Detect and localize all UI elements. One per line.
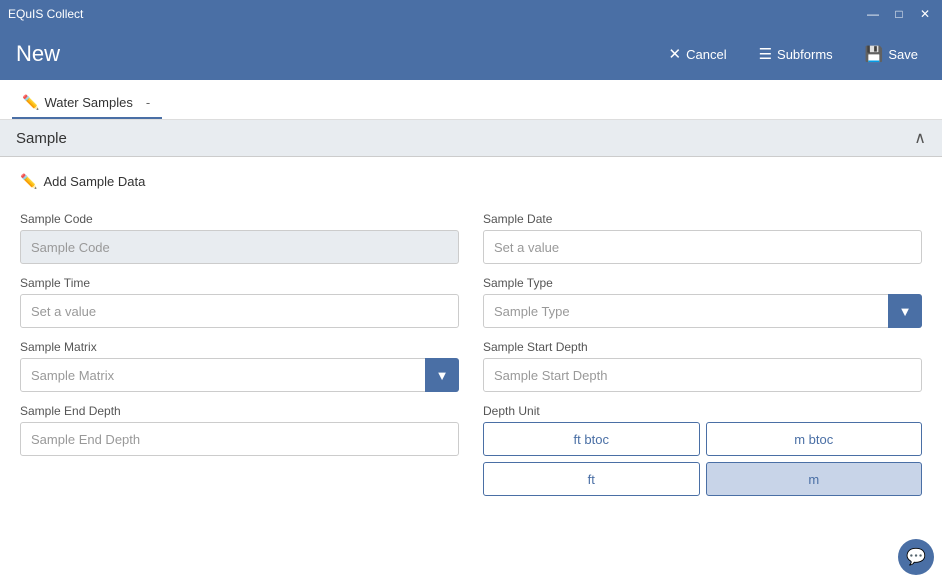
tab-close-button[interactable]: - [144, 95, 152, 110]
maximize-button[interactable]: □ [890, 5, 908, 23]
cancel-button[interactable]: ✕ Cancel [661, 41, 735, 67]
sample-type-label: Sample Type [483, 276, 922, 290]
minimize-button[interactable]: — [864, 5, 882, 23]
sample-start-depth-group: Sample Start Depth [471, 334, 922, 398]
sample-matrix-label: Sample Matrix [20, 340, 459, 354]
form-grid: Sample Code Sample Date Sample Time Samp… [20, 206, 922, 502]
tab-bar: ✏️ Water Samples - [0, 80, 942, 120]
save-label: Save [888, 47, 918, 62]
floating-action-button[interactable]: 💬 [898, 539, 934, 575]
sample-start-depth-input[interactable] [483, 358, 922, 392]
sample-date-group: Sample Date [471, 206, 922, 270]
depth-btn-m[interactable]: m [706, 462, 923, 496]
header-bar: New ✕ Cancel ☰ Subforms 💾 Save [0, 28, 942, 80]
title-bar: EQuIS Collect — □ ✕ [0, 0, 942, 28]
sample-code-group: Sample Code [20, 206, 471, 270]
sample-end-depth-group: Sample End Depth [20, 398, 471, 502]
sample-date-input[interactable] [483, 230, 922, 264]
section-header[interactable]: Sample ∧ [0, 120, 942, 157]
cancel-label: Cancel [686, 47, 726, 62]
title-bar-left: EQuIS Collect [8, 7, 83, 21]
sample-matrix-select-wrap: Sample Matrix ▼ [20, 358, 459, 392]
section-collapse-icon[interactable]: ∧ [914, 128, 926, 148]
sample-type-select-wrap: Sample Type ▼ [483, 294, 922, 328]
sample-type-select[interactable]: Sample Type [483, 294, 922, 328]
depth-btn-ft-btoc[interactable]: ft btoc [483, 422, 700, 456]
subforms-label: Subforms [777, 47, 833, 62]
sample-matrix-select[interactable]: Sample Matrix [20, 358, 459, 392]
main-container: New ✕ Cancel ☰ Subforms 💾 Save ✏️ Water … [0, 28, 942, 583]
sample-time-label: Sample Time [20, 276, 459, 290]
depth-unit-buttons: ft btoc m btoc ft m [483, 422, 922, 496]
sample-end-depth-input[interactable] [20, 422, 459, 456]
depth-unit-group: Depth Unit ft btoc m btoc ft m [471, 398, 922, 502]
sample-time-group: Sample Time [20, 270, 471, 334]
title-bar-controls: — □ ✕ [864, 5, 934, 23]
sample-time-input[interactable] [20, 294, 459, 328]
section-label: Sample [16, 130, 67, 147]
sample-start-depth-label: Sample Start Depth [483, 340, 922, 354]
tab-water-samples[interactable]: ✏️ Water Samples - [12, 86, 162, 119]
depth-btn-m-btoc[interactable]: m btoc [706, 422, 923, 456]
close-button[interactable]: ✕ [916, 5, 934, 23]
page-title: New [16, 41, 60, 67]
tab-pencil-icon: ✏️ [22, 94, 39, 111]
chat-icon: 💬 [906, 547, 926, 567]
form-area: ✏️ Add Sample Data Sample Code Sample Da… [0, 157, 942, 583]
subforms-button[interactable]: ☰ Subforms [751, 41, 841, 67]
sample-type-group: Sample Type Sample Type ▼ [471, 270, 922, 334]
sample-code-label: Sample Code [20, 212, 459, 226]
add-icon: ✏️ [20, 173, 37, 190]
sample-date-label: Sample Date [483, 212, 922, 226]
sample-code-input[interactable] [20, 230, 459, 264]
app-name: EQuIS Collect [8, 7, 83, 21]
header-actions: ✕ Cancel ☰ Subforms 💾 Save [661, 41, 926, 67]
tab-label: Water Samples [44, 95, 132, 110]
save-icon: 💾 [865, 45, 884, 63]
depth-unit-label: Depth Unit [483, 404, 922, 418]
depth-btn-ft[interactable]: ft [483, 462, 700, 496]
subforms-icon: ☰ [759, 45, 772, 63]
form-header: ✏️ Add Sample Data [20, 173, 922, 190]
cancel-icon: ✕ [669, 45, 682, 63]
sample-matrix-group: Sample Matrix Sample Matrix ▼ [20, 334, 471, 398]
add-sample-label: Add Sample Data [43, 174, 145, 189]
save-button[interactable]: 💾 Save [857, 41, 926, 67]
sample-end-depth-label: Sample End Depth [20, 404, 459, 418]
